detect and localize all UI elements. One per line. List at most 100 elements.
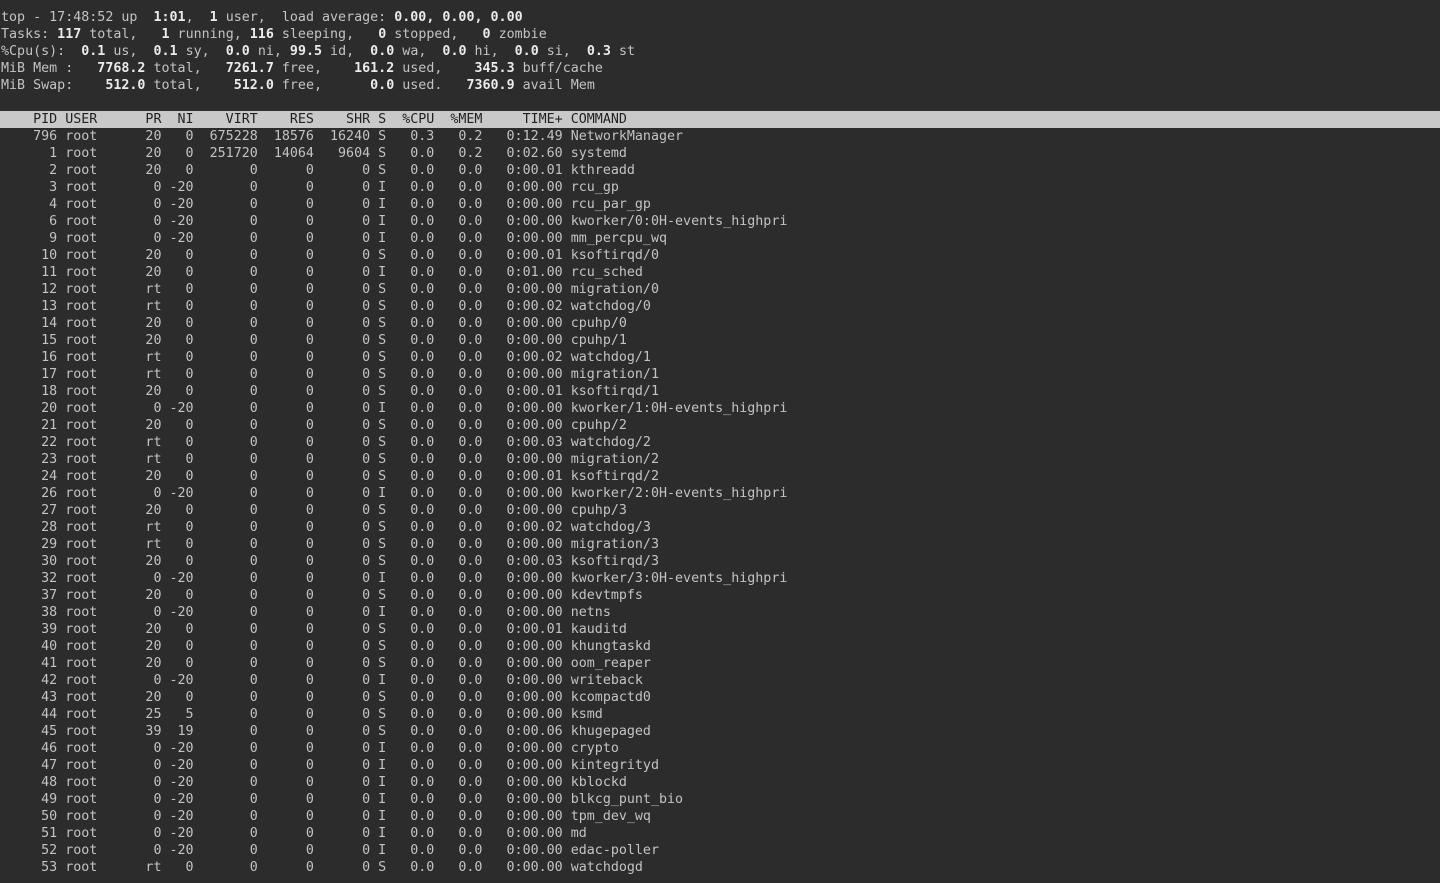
process-table-body: 796 root 20 0 675228 18576 16240 S 0.3 0… [0,128,1440,876]
summary-label: , [186,10,202,25]
mem-line: MiB Mem : 7768.2 total, 7261.7 free, 161… [0,60,1440,77]
summary-value: 7360.9 [450,78,514,93]
process-row: 12 root rt 0 0 0 0 S 0.0 0.0 0:00.00 mig… [0,281,1440,298]
summary-value: 1:01 [145,10,185,25]
summary-label: free, [274,78,330,93]
summary-value: 116 [250,27,274,42]
summary-value: 0.0 [434,44,466,59]
summary-label: sy, [178,44,218,59]
summary-value: 99.5 [290,44,322,59]
summary-label: total, [81,27,145,42]
summary-value: 7768.2 [81,61,145,76]
process-row: 46 root 0 -20 0 0 0 I 0.0 0.0 0:00.00 cr… [0,740,1440,757]
summary-label: buff/cache [515,61,603,76]
summary-label: hi, [467,44,507,59]
tasks-line: Tasks: 117 total, 1 running, 116 sleepin… [0,26,1440,43]
process-table-header: PID USER PR NI VIRT RES SHR S %CPU %MEM … [0,111,1440,128]
summary-value: 0.0 [218,44,250,59]
process-row: 23 root rt 0 0 0 0 S 0.0 0.0 0:00.00 mig… [0,451,1440,468]
summary-label: sleeping, [274,27,362,42]
process-row: 52 root 0 -20 0 0 0 I 0.0 0.0 0:00.00 ed… [0,842,1440,859]
process-row: 3 root 0 -20 0 0 0 I 0.0 0.0 0:00.00 rcu… [0,179,1440,196]
summary-value: 0.1 [73,44,105,59]
process-row: 51 root 0 -20 0 0 0 I 0.0 0.0 0:00.00 md [0,825,1440,842]
summary-value: 7261.7 [210,61,274,76]
summary-label: si, [539,44,579,59]
process-row: 32 root 0 -20 0 0 0 I 0.0 0.0 0:00.00 kw… [0,570,1440,587]
process-row: 22 root rt 0 0 0 0 S 0.0 0.0 0:00.03 wat… [0,434,1440,451]
process-row: 49 root 0 -20 0 0 0 I 0.0 0.0 0:00.00 bl… [0,791,1440,808]
process-row: 16 root rt 0 0 0 0 S 0.0 0.0 0:00.02 wat… [0,349,1440,366]
summary-label: %Cpu(s): [1,44,73,59]
process-row: 2 root 20 0 0 0 0 S 0.0 0.0 0:00.01 kthr… [0,162,1440,179]
process-row: 15 root 20 0 0 0 0 S 0.0 0.0 0:00.00 cpu… [0,332,1440,349]
process-row: 38 root 0 -20 0 0 0 I 0.0 0.0 0:00.00 ne… [0,604,1440,621]
process-row: 20 root 0 -20 0 0 0 I 0.0 0.0 0:00.00 kw… [0,400,1440,417]
swap-line: MiB Swap: 512.0 total, 512.0 free, 0.0 u… [0,77,1440,94]
process-row: 11 root 20 0 0 0 0 I 0.0 0.0 0:01.00 rcu… [0,264,1440,281]
terminal-screen[interactable]: top - 17:48:52 up 1:01, 1 user, load ave… [0,0,1440,883]
summary-label: total, [145,78,209,93]
summary-value: 1 [145,27,169,42]
summary-value: 0 [362,27,386,42]
process-row: 29 root rt 0 0 0 0 S 0.0 0.0 0:00.00 mig… [0,536,1440,553]
summary-value: 512.0 [81,78,145,93]
process-row: 41 root 20 0 0 0 0 S 0.0 0.0 0:00.00 oom… [0,655,1440,672]
summary-label: used. [394,78,450,93]
process-row: 45 root 39 19 0 0 0 S 0.0 0.0 0:00.06 kh… [0,723,1440,740]
process-row: 1 root 20 0 251720 14064 9604 S 0.0 0.2 … [0,145,1440,162]
process-row: 4 root 0 -20 0 0 0 I 0.0 0.0 0:00.00 rcu… [0,196,1440,213]
summary-value: 0.0 [330,78,394,93]
summary-value: 512.0 [210,78,274,93]
process-row: 26 root 0 -20 0 0 0 I 0.0 0.0 0:00.00 kw… [0,485,1440,502]
summary-value: 161.2 [330,61,394,76]
summary-value: 0.00, 0.00, 0.00 [394,10,522,25]
summary-label: top - 17:48:52 up [1,10,145,25]
summary-label: st [611,44,635,59]
process-row: 17 root rt 0 0 0 0 S 0.0 0.0 0:00.00 mig… [0,366,1440,383]
summary-value: 0.3 [579,44,611,59]
cpu-line: %Cpu(s): 0.1 us, 0.1 sy, 0.0 ni, 99.5 id… [0,43,1440,60]
process-row: 43 root 20 0 0 0 0 S 0.0 0.0 0:00.00 kco… [0,689,1440,706]
process-row: 24 root 20 0 0 0 0 S 0.0 0.0 0:00.01 kso… [0,468,1440,485]
process-row: 6 root 0 -20 0 0 0 I 0.0 0.0 0:00.00 kwo… [0,213,1440,230]
process-row: 28 root rt 0 0 0 0 S 0.0 0.0 0:00.02 wat… [0,519,1440,536]
summary-label: user, load average: [218,10,395,25]
summary-label: running, [170,27,250,42]
summary-label: Tasks: [1,27,57,42]
process-row: 37 root 20 0 0 0 0 S 0.0 0.0 0:00.00 kde… [0,587,1440,604]
top-summary: top - 17:48:52 up 1:01, 1 user, load ave… [0,9,1440,94]
summary-label: us, [105,44,145,59]
process-row: 44 root 25 5 0 0 0 S 0.0 0.0 0:00.00 ksm… [0,706,1440,723]
summary-value: 0.0 [362,44,394,59]
process-row: 47 root 0 -20 0 0 0 I 0.0 0.0 0:00.00 ki… [0,757,1440,774]
process-row: 21 root 20 0 0 0 0 S 0.0 0.0 0:00.00 cpu… [0,417,1440,434]
summary-value: 345.3 [450,61,514,76]
process-row: 50 root 0 -20 0 0 0 I 0.0 0.0 0:00.00 tp… [0,808,1440,825]
summary-value: 117 [57,27,81,42]
summary-value: 0 [466,27,490,42]
process-row: 53 root rt 0 0 0 0 S 0.0 0.0 0:00.00 wat… [0,859,1440,876]
summary-label: id, [322,44,362,59]
process-row: 13 root rt 0 0 0 0 S 0.0 0.0 0:00.02 wat… [0,298,1440,315]
process-row: 39 root 20 0 0 0 0 S 0.0 0.0 0:00.01 kau… [0,621,1440,638]
summary-label: ni, [250,44,290,59]
summary-value: 0.0 [507,44,539,59]
process-row: 40 root 20 0 0 0 0 S 0.0 0.0 0:00.00 khu… [0,638,1440,655]
blank-line [0,94,1440,111]
summary-label: MiB Mem : [1,61,81,76]
summary-label: avail Mem [515,78,595,93]
summary-value: 1 [202,10,218,25]
summary-label: total, [145,61,209,76]
process-row: 48 root 0 -20 0 0 0 I 0.0 0.0 0:00.00 kb… [0,774,1440,791]
summary-label: wa, [394,44,434,59]
process-row: 42 root 0 -20 0 0 0 I 0.0 0.0 0:00.00 wr… [0,672,1440,689]
summary-label: used, [394,61,450,76]
process-row: 27 root 20 0 0 0 0 S 0.0 0.0 0:00.00 cpu… [0,502,1440,519]
summary-value: 0.1 [145,44,177,59]
summary-label: stopped, [386,27,466,42]
process-row: 9 root 0 -20 0 0 0 I 0.0 0.0 0:00.00 mm_… [0,230,1440,247]
summary-label: free, [274,61,330,76]
process-row: 18 root 20 0 0 0 0 S 0.0 0.0 0:00.01 kso… [0,383,1440,400]
summary-label: MiB Swap: [1,78,81,93]
